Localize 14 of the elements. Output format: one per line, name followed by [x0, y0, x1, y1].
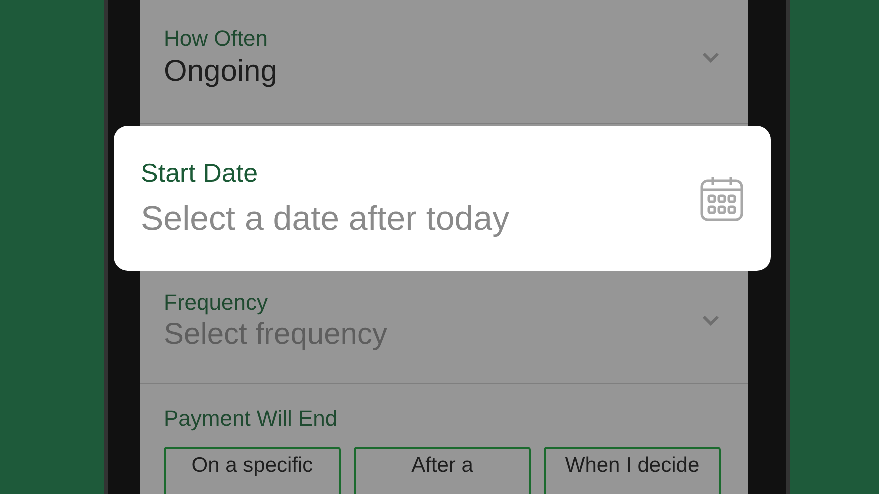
field-label: Start Date — [141, 157, 260, 190]
field-value: Ongoing — [164, 54, 278, 90]
field-label: Frequency — [164, 288, 269, 316]
calendar-icon[interactable] — [700, 176, 744, 222]
field-label: How Often — [164, 25, 269, 52]
option-button[interactable]: On a specific — [164, 447, 341, 494]
option-button[interactable]: After a — [354, 447, 531, 494]
option-button[interactable]: When I decide — [544, 447, 721, 494]
section-label: Payment Will End — [164, 405, 339, 433]
date-field-card[interactable]: Start Date Select a date after today — [114, 126, 771, 271]
date-input[interactable]: Select a date after today — [141, 198, 661, 240]
frequency-select[interactable]: Select frequency — [164, 316, 584, 354]
chevron-down-icon[interactable] — [702, 52, 720, 64]
chevron-down-icon[interactable] — [702, 315, 720, 327]
